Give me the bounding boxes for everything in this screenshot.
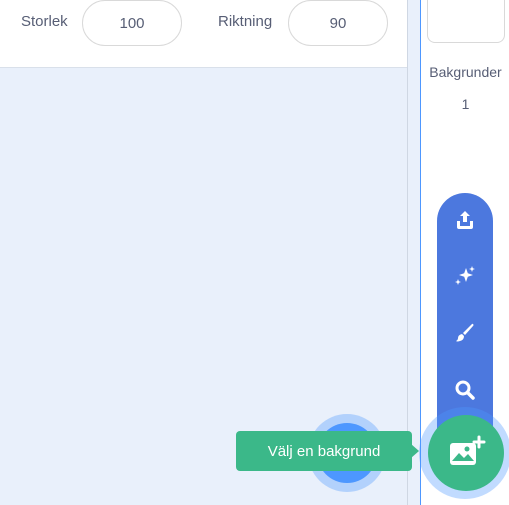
upload-icon [457,211,473,229]
direction-input[interactable]: 90 [288,0,388,46]
tooltip-arrow [411,444,419,458]
search-backdrop-button[interactable] [437,370,493,410]
backdrop-menu [437,193,493,433]
size-input[interactable]: 100 [82,0,182,46]
stage-thumbnail[interactable] [427,0,505,43]
choose-backdrop-button[interactable] [428,415,504,491]
sprite-info-bar: Storlek 100 Riktning 90 [0,0,407,68]
paint-backdrop-button[interactable] [437,313,493,353]
paint-icon [456,323,474,342]
upload-backdrop-button[interactable] [437,200,493,240]
direction-label: Riktning [218,13,273,30]
size-label: Storlek [21,13,68,30]
backdrops-label: Bakgrunder [429,64,502,80]
backdrops-count: 1 [461,96,470,112]
surprise-icon [455,266,475,285]
pane-gap [408,0,420,505]
backdrop-tooltip: Välj en bakgrund [236,431,412,471]
surprise-backdrop-button[interactable] [437,256,493,296]
backdrop-add-icon [450,435,486,465]
search-icon [455,380,475,400]
